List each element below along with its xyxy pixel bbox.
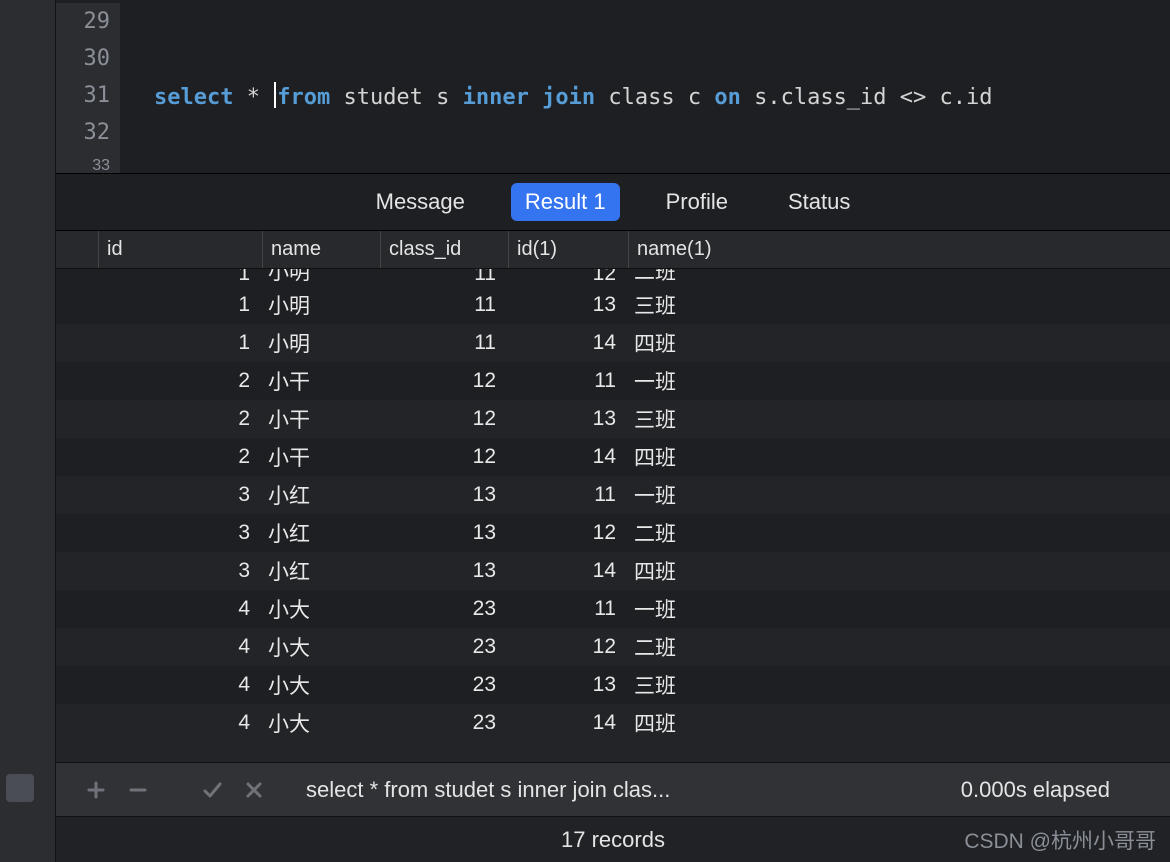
commit-icon[interactable] <box>200 778 224 802</box>
table-row[interactable]: 1小明1113三班 <box>56 286 1170 324</box>
table-row[interactable]: 1小明1112二班 <box>56 269 1170 286</box>
table-row[interactable]: 4小大2313三班 <box>56 666 1170 704</box>
tab-profile[interactable]: Profile <box>652 183 742 221</box>
add-row-icon[interactable] <box>84 778 108 802</box>
table-row[interactable]: 2小干1214四班 <box>56 438 1170 476</box>
result-table: id name class_id id(1) name(1) 1小明1112二班… <box>56 231 1170 762</box>
column-class-id[interactable]: class_id <box>380 231 508 268</box>
column-id[interactable]: id <box>98 231 262 268</box>
cancel-icon[interactable] <box>242 778 266 802</box>
text-cursor <box>274 82 276 108</box>
result-footer-bar: select * from studet s inner join clas..… <box>56 762 1170 816</box>
line-number: 32 <box>56 114 120 151</box>
table-row[interactable]: 4小大2311一班 <box>56 590 1170 628</box>
line-number: 30 <box>56 40 120 77</box>
table-row[interactable]: 4小大2312二班 <box>56 628 1170 666</box>
tab-status[interactable]: Status <box>774 183 864 221</box>
table-row[interactable]: 2小干1213三班 <box>56 400 1170 438</box>
column-id1[interactable]: id(1) <box>508 231 628 268</box>
tab-message[interactable]: Message <box>362 183 479 221</box>
result-tabs: Message Result 1 Profile Status <box>56 173 1170 231</box>
table-row[interactable]: 2小干1211一班 <box>56 362 1170 400</box>
line-number: 29 <box>56 3 120 40</box>
remove-row-icon[interactable] <box>126 778 150 802</box>
status-bar: 17 records CSDN @杭州小哥哥 <box>56 816 1170 862</box>
table-row[interactable] <box>56 742 1170 762</box>
table-row[interactable]: 1小明1114四班 <box>56 324 1170 362</box>
column-name[interactable]: name <box>262 231 380 268</box>
code-editor[interactable]: 293031select * from studet s inner join … <box>56 0 1170 173</box>
watermark: CSDN @杭州小哥哥 <box>964 825 1156 855</box>
column-rowhead[interactable] <box>56 231 98 268</box>
table-row[interactable]: 4小大2314四班 <box>56 704 1170 742</box>
column-name1[interactable]: name(1) <box>628 231 1170 268</box>
sidebar-tool-button[interactable] <box>6 774 34 802</box>
elapsed-time: 0.000s elapsed <box>961 777 1170 803</box>
code-text[interactable]: select * from studet s inner join class … <box>120 82 993 110</box>
executed-query-preview: select * from studet s inner join clas..… <box>306 777 961 803</box>
left-sidebar <box>0 0 56 862</box>
table-row[interactable]: 3小红1312二班 <box>56 514 1170 552</box>
table-row[interactable]: 3小红1314四班 <box>56 552 1170 590</box>
line-number: 31 <box>56 77 120 114</box>
table-header: id name class_id id(1) name(1) <box>56 231 1170 269</box>
tab-result[interactable]: Result 1 <box>511 183 620 221</box>
table-row[interactable]: 3小红1311一班 <box>56 476 1170 514</box>
record-count: 17 records <box>561 827 665 853</box>
